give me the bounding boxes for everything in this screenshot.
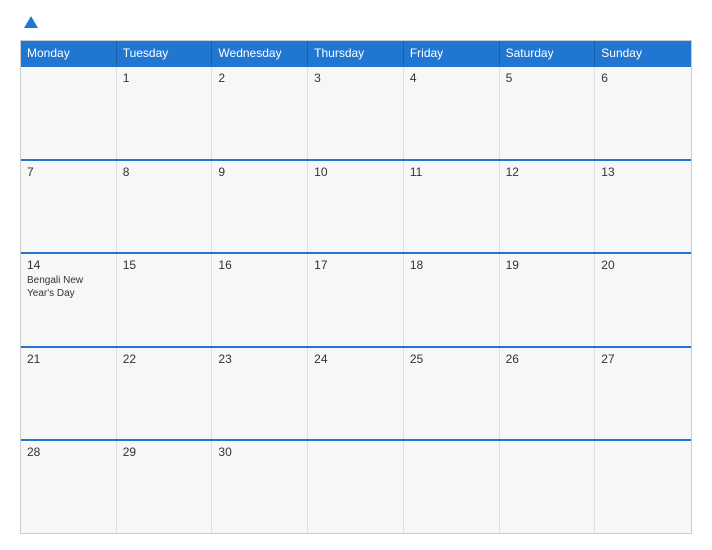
calendar-cell: 1 xyxy=(117,67,213,159)
day-number: 20 xyxy=(601,258,685,272)
day-number: 30 xyxy=(218,445,301,459)
calendar-cell: 19 xyxy=(500,254,596,346)
logo-triangle-icon xyxy=(24,16,38,28)
calendar-week: 14 Bengali New Year's Day 15 16 17 18 19 20 xyxy=(21,252,691,346)
day-number: 25 xyxy=(410,352,493,366)
calendar-header-cell: Saturday xyxy=(500,41,596,65)
calendar-cell: 18 xyxy=(404,254,500,346)
header xyxy=(20,16,692,28)
day-number: 4 xyxy=(410,71,493,85)
calendar-cell: 14 Bengali New Year's Day xyxy=(21,254,117,346)
calendar-header-cell: Friday xyxy=(404,41,500,65)
calendar-cell: 22 xyxy=(117,348,213,440)
calendar-cell: 17 xyxy=(308,254,404,346)
day-number: 15 xyxy=(123,258,206,272)
calendar-cell xyxy=(21,67,117,159)
day-number: 23 xyxy=(218,352,301,366)
day-number: 12 xyxy=(506,165,589,179)
calendar-cell: 24 xyxy=(308,348,404,440)
calendar-cell: 21 xyxy=(21,348,117,440)
logo xyxy=(20,16,38,28)
day-number: 3 xyxy=(314,71,397,85)
day-number: 16 xyxy=(218,258,301,272)
calendar-cell: 23 xyxy=(212,348,308,440)
calendar-grid: MondayTuesdayWednesdayThursdayFridaySatu… xyxy=(20,40,692,534)
calendar-header-cell: Thursday xyxy=(308,41,404,65)
calendar-cell: 25 xyxy=(404,348,500,440)
calendar-cell: 29 xyxy=(117,441,213,533)
calendar-cell: 5 xyxy=(500,67,596,159)
calendar-cell: 7 xyxy=(21,161,117,253)
day-number: 26 xyxy=(506,352,589,366)
day-number: 11 xyxy=(410,165,493,179)
day-number: 19 xyxy=(506,258,589,272)
day-number: 5 xyxy=(506,71,589,85)
day-number: 13 xyxy=(601,165,685,179)
calendar-header-cell: Wednesday xyxy=(212,41,308,65)
day-number: 7 xyxy=(27,165,110,179)
day-number: 28 xyxy=(27,445,110,459)
calendar-week: 123456 xyxy=(21,65,691,159)
calendar-header-cell: Monday xyxy=(21,41,117,65)
day-number: 9 xyxy=(218,165,301,179)
calendar-header-cell: Tuesday xyxy=(117,41,213,65)
calendar-cell xyxy=(595,441,691,533)
day-number: 27 xyxy=(601,352,685,366)
calendar-cell: 13 xyxy=(595,161,691,253)
calendar-cell: 11 xyxy=(404,161,500,253)
day-number: 14 xyxy=(27,258,110,272)
calendar-week: 28 29 30 xyxy=(21,439,691,533)
calendar-body: 1234567891011121314Bengali New Year's Da… xyxy=(21,65,691,533)
calendar-cell xyxy=(308,441,404,533)
calendar-page: MondayTuesdayWednesdayThursdayFridaySatu… xyxy=(0,0,712,550)
calendar-header-row: MondayTuesdayWednesdayThursdayFridaySatu… xyxy=(21,41,691,65)
calendar-cell: 20 xyxy=(595,254,691,346)
logo-blue-text xyxy=(20,16,38,28)
calendar-cell xyxy=(500,441,596,533)
calendar-cell: 8 xyxy=(117,161,213,253)
day-number: 24 xyxy=(314,352,397,366)
calendar-header-cell: Sunday xyxy=(595,41,691,65)
day-number: 22 xyxy=(123,352,206,366)
day-number: 1 xyxy=(123,71,206,85)
calendar-week: 21 22 23 24 25 26 27 xyxy=(21,346,691,440)
calendar-cell: 15 xyxy=(117,254,213,346)
day-number: 10 xyxy=(314,165,397,179)
calendar-cell: 4 xyxy=(404,67,500,159)
holiday-label: Bengali New Year's Day xyxy=(27,274,110,300)
calendar-cell: 2 xyxy=(212,67,308,159)
calendar-cell: 3 xyxy=(308,67,404,159)
calendar-week: 789 10 11 12 13 xyxy=(21,159,691,253)
calendar-cell: 16 xyxy=(212,254,308,346)
day-number: 8 xyxy=(123,165,206,179)
day-number: 18 xyxy=(410,258,493,272)
calendar-cell: 27 xyxy=(595,348,691,440)
day-number: 17 xyxy=(314,258,397,272)
calendar-cell: 30 xyxy=(212,441,308,533)
calendar-cell xyxy=(404,441,500,533)
calendar-cell: 6 xyxy=(595,67,691,159)
calendar-cell: 10 xyxy=(308,161,404,253)
calendar-cell: 12 xyxy=(500,161,596,253)
day-number: 21 xyxy=(27,352,110,366)
day-number: 29 xyxy=(123,445,206,459)
calendar-cell: 9 xyxy=(212,161,308,253)
day-number: 2 xyxy=(218,71,301,85)
calendar-cell: 26 xyxy=(500,348,596,440)
day-number: 6 xyxy=(601,71,685,85)
calendar-cell: 28 xyxy=(21,441,117,533)
